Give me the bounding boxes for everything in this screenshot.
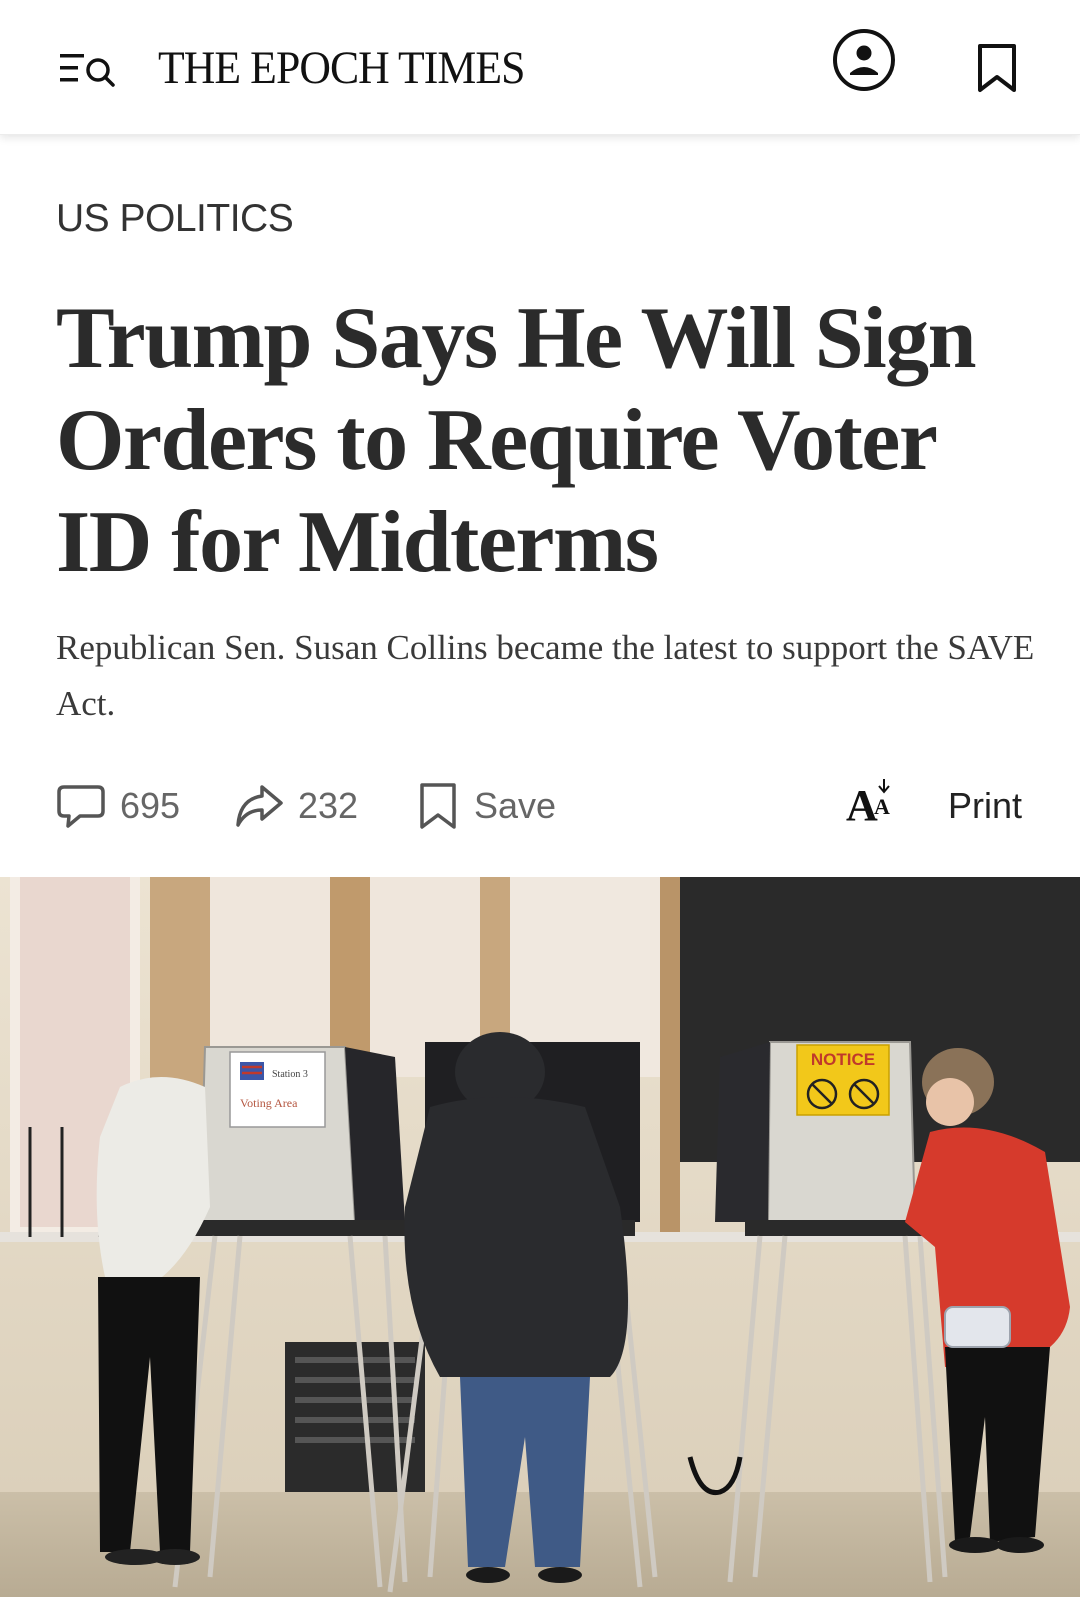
- user-circle-icon[interactable]: [832, 28, 896, 92]
- svg-text:Station 3: Station 3: [272, 1069, 308, 1080]
- comments-button[interactable]: 695: [56, 776, 180, 836]
- print-label: Print: [948, 785, 1023, 826]
- site-logo[interactable]: THE EPOCH TIMES: [158, 38, 525, 98]
- share-arrow-icon: [234, 781, 284, 831]
- print-button[interactable]: Print: [948, 776, 1022, 836]
- save-button[interactable]: Save: [416, 776, 556, 836]
- bookmark-outline-icon: [416, 781, 460, 831]
- article-subheadline: Republican Sen. Susan Collins became the…: [56, 628, 1035, 723]
- comment-bubble-icon: [56, 781, 106, 831]
- save-label: Save: [474, 785, 557, 826]
- article-headline: Trump Says He Will Sign Orders to Requir…: [56, 290, 977, 591]
- share-button[interactable]: 232: [234, 776, 358, 836]
- article-hero-photo[interactable]: Station 3 Voting Area NOTICE: [0, 877, 1080, 1597]
- menu-search-icon[interactable]: [58, 48, 122, 92]
- svg-text:Voting Area: Voting Area: [240, 1096, 298, 1110]
- bookmark-icon[interactable]: [974, 42, 1020, 94]
- article-action-bar: 695 232 Save A A Print: [56, 776, 1026, 836]
- text-size-button[interactable]: A A: [846, 776, 896, 836]
- comments-count: 695: [120, 785, 181, 826]
- top-nav-bar: THE EPOCH TIMES: [0, 0, 1080, 135]
- svg-text:NOTICE: NOTICE: [811, 1050, 875, 1069]
- section-label[interactable]: US POLITICS: [56, 196, 294, 242]
- shares-count: 232: [298, 785, 359, 826]
- text-size-icon: A A: [846, 779, 890, 830]
